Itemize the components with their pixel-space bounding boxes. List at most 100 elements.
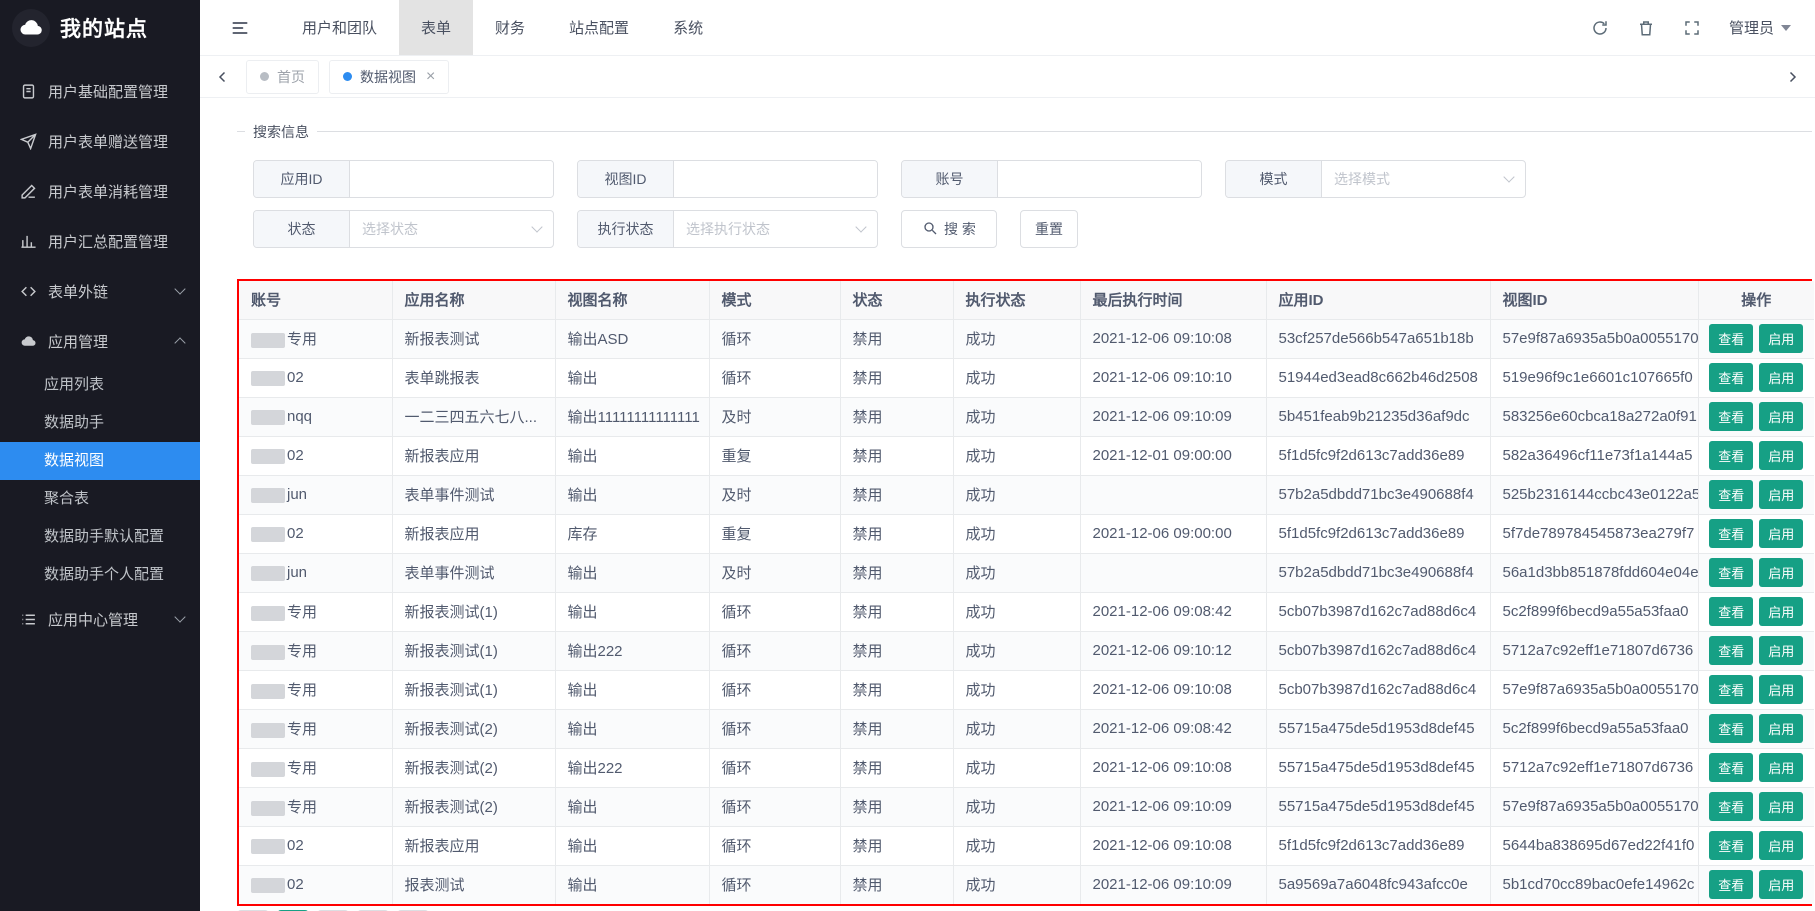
enable-button[interactable]: 启用 xyxy=(1759,441,1803,470)
reset-button[interactable]: 重置 xyxy=(1020,210,1078,248)
table-cell: 循环 xyxy=(709,865,840,904)
enable-button[interactable]: 启用 xyxy=(1759,831,1803,860)
table-cell: 输出 xyxy=(555,553,709,592)
table-cell: 5b1cd70cc89bac0efe14962c xyxy=(1490,865,1698,904)
table-cell: 5f7de789784545873ea279f7 xyxy=(1490,514,1698,553)
view-button[interactable]: 查看 xyxy=(1709,558,1753,587)
sidebar-item-0[interactable]: 用户基础配置管理 xyxy=(0,66,200,116)
view-button[interactable]: 查看 xyxy=(1709,519,1753,548)
search-button[interactable]: 搜 索 xyxy=(901,210,997,248)
view-button[interactable]: 查看 xyxy=(1709,597,1753,626)
view-button[interactable]: 查看 xyxy=(1709,714,1753,743)
view-button[interactable]: 查看 xyxy=(1709,441,1753,470)
search-panel-title: 搜索信息 xyxy=(245,122,317,142)
sidebar-item-4[interactable]: 表单外链 xyxy=(0,266,200,316)
sidebar-subitem-5-0[interactable]: 应用列表 xyxy=(0,366,200,404)
enable-button[interactable]: 启用 xyxy=(1759,675,1803,704)
sidebar-item-6[interactable]: 应用中心管理 xyxy=(0,594,200,644)
mode-select[interactable]: 选择模式 xyxy=(1322,161,1525,197)
sidebar-subitem-5-3[interactable]: 聚合表 xyxy=(0,480,200,518)
close-icon[interactable]: × xyxy=(426,69,435,85)
enable-button[interactable]: 启用 xyxy=(1759,792,1803,821)
table-cell: 5cb07b3987d162c7ad88d6c4 xyxy=(1266,670,1490,709)
tabs-scroll-left-icon[interactable] xyxy=(210,68,236,86)
view-button[interactable]: 查看 xyxy=(1709,870,1753,899)
view-id-field-group: 视图ID xyxy=(577,160,878,198)
enable-button[interactable]: 启用 xyxy=(1759,363,1803,392)
view-id-input[interactable] xyxy=(674,161,877,197)
actions-cell: 查看启用 xyxy=(1698,319,1814,358)
table-cell: 及时 xyxy=(709,475,840,514)
topnav-item-1[interactable]: 表单 xyxy=(399,0,473,55)
account-cell: 专用 xyxy=(239,319,392,358)
table-cell: 2021-12-01 09:00:00 xyxy=(1080,436,1266,475)
enable-button[interactable]: 启用 xyxy=(1759,870,1803,899)
sidebar-subitem-5-5[interactable]: 数据助手个人配置 xyxy=(0,556,200,594)
enable-button[interactable]: 启用 xyxy=(1759,753,1803,782)
view-button[interactable]: 查看 xyxy=(1709,324,1753,353)
view-button[interactable]: 查看 xyxy=(1709,402,1753,431)
enable-button[interactable]: 启用 xyxy=(1759,324,1803,353)
view-button[interactable]: 查看 xyxy=(1709,831,1753,860)
tab-1[interactable]: 数据视图× xyxy=(329,60,449,94)
mode-label: 模式 xyxy=(1226,161,1322,197)
table-cell: 禁用 xyxy=(840,436,953,475)
view-button[interactable]: 查看 xyxy=(1709,636,1753,665)
view-button[interactable]: 查看 xyxy=(1709,363,1753,392)
table-row: 02新报表应用输出循环禁用成功2021-12-06 09:10:085f1d5f… xyxy=(239,826,1814,865)
status-select[interactable]: 选择状态 xyxy=(350,211,553,247)
column-header-6: 最后执行时间 xyxy=(1080,281,1266,319)
enable-button[interactable]: 启用 xyxy=(1759,402,1803,431)
view-button[interactable]: 查看 xyxy=(1709,675,1753,704)
refresh-icon[interactable] xyxy=(1591,19,1609,37)
tab-0[interactable]: 首页 xyxy=(246,60,319,94)
table-cell: 及时 xyxy=(709,397,840,436)
user-menu[interactable]: 管理员 xyxy=(1729,17,1791,38)
table-cell: 循环 xyxy=(709,592,840,631)
trash-icon[interactable] xyxy=(1637,19,1655,37)
table-cell: 循环 xyxy=(709,358,840,397)
sidebar-item-2[interactable]: 用户表单消耗管理 xyxy=(0,166,200,216)
sidebar-item-label: 用户表单赠送管理 xyxy=(48,131,184,152)
table-cell: 新报表测试(1) xyxy=(392,592,555,631)
view-button[interactable]: 查看 xyxy=(1709,792,1753,821)
actions-cell: 查看启用 xyxy=(1698,475,1814,514)
mode-field-group: 模式选择模式 xyxy=(1225,160,1526,198)
table-row: 02新报表应用输出重复禁用成功2021-12-01 09:00:005f1d5f… xyxy=(239,436,1814,475)
sidebar-subitem-5-2[interactable]: 数据视图 xyxy=(0,442,200,480)
table-cell: 5a9569a7a6048fc943afcc0e xyxy=(1266,865,1490,904)
tabs-scroll-right-icon[interactable] xyxy=(1779,68,1805,86)
account-input[interactable] xyxy=(998,161,1201,197)
enable-button[interactable]: 启用 xyxy=(1759,558,1803,587)
table-cell: 禁用 xyxy=(840,358,953,397)
enable-button[interactable]: 启用 xyxy=(1759,636,1803,665)
enable-button[interactable]: 启用 xyxy=(1759,597,1803,626)
sidebar-item-3[interactable]: 用户汇总配置管理 xyxy=(0,216,200,266)
table-cell: 禁用 xyxy=(840,592,953,631)
topnav-item-3[interactable]: 站点配置 xyxy=(547,0,651,55)
table-cell: 表单跳报表 xyxy=(392,358,555,397)
tab-dot-icon xyxy=(343,72,352,81)
sidebar-item-1[interactable]: 用户表单赠送管理 xyxy=(0,116,200,166)
enable-button[interactable]: 启用 xyxy=(1759,519,1803,548)
enable-button[interactable]: 启用 xyxy=(1759,714,1803,743)
topnav-item-4[interactable]: 系统 xyxy=(651,0,725,55)
sidebar-subitem-5-4[interactable]: 数据助手默认配置 xyxy=(0,518,200,556)
view-button[interactable]: 查看 xyxy=(1709,480,1753,509)
account-cell: 专用 xyxy=(239,748,392,787)
view-button[interactable]: 查看 xyxy=(1709,753,1753,782)
enable-button[interactable]: 启用 xyxy=(1759,480,1803,509)
collapse-menu-icon[interactable] xyxy=(200,18,280,38)
sidebar-item-5[interactable]: 应用管理 xyxy=(0,316,200,366)
sidebar-subitem-5-1[interactable]: 数据助手 xyxy=(0,404,200,442)
app-id-input[interactable] xyxy=(350,161,553,197)
table-row: 专用新报表测试(2)输出循环禁用成功2021-12-06 09:08:42557… xyxy=(239,709,1814,748)
exec-status-select[interactable]: 选择执行状态 xyxy=(674,211,877,247)
table-cell: 输出222 xyxy=(555,748,709,787)
sidebar-item-label: 用户汇总配置管理 xyxy=(48,231,184,252)
tab-dot-icon xyxy=(260,72,269,81)
topnav-item-0[interactable]: 用户和团队 xyxy=(280,0,399,55)
topnav-item-2[interactable]: 财务 xyxy=(473,0,547,55)
fullscreen-icon[interactable] xyxy=(1683,19,1701,37)
table-cell: 成功 xyxy=(953,358,1080,397)
